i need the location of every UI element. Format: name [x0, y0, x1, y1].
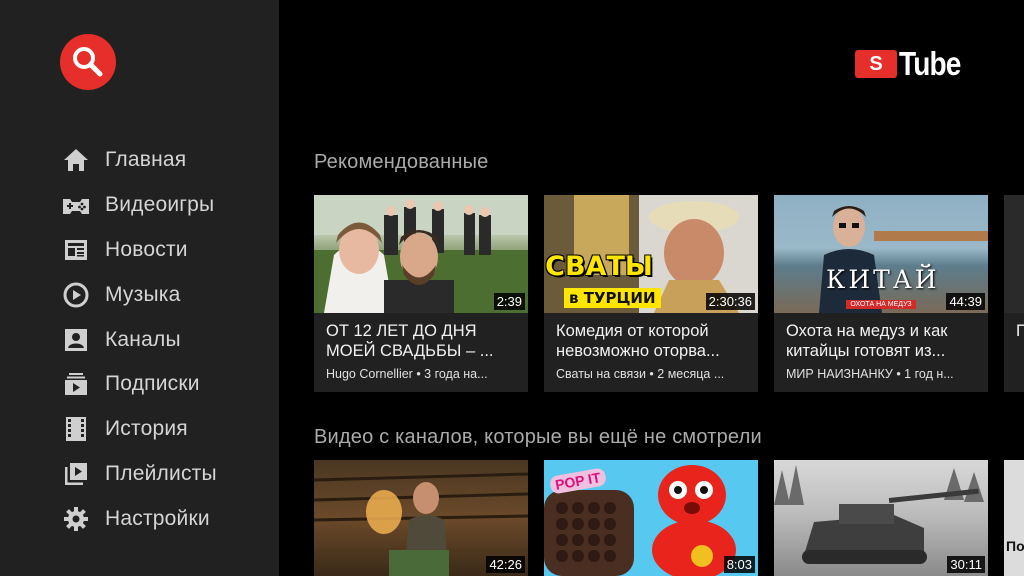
search-button[interactable] — [60, 34, 116, 90]
thumbnail-overlay-text: По — [1006, 538, 1024, 554]
video-card[interactable]: 2:39 ОТ 12 ЛЕТ ДО ДНЯ МОЕЙ СВАДЬБЫ – ...… — [314, 195, 528, 392]
video-duration: 44:39 — [946, 293, 985, 310]
playlist-icon — [60, 458, 92, 490]
section-title: Рекомендованные — [314, 151, 489, 173]
sidebar-item-channels[interactable]: Каналы — [60, 317, 270, 362]
thumbnail-overlay-text: КИТАЙ ОХОТА НА МЕДУЗ — [826, 265, 940, 309]
home-icon — [60, 144, 92, 176]
sidebar-item-news[interactable]: Новости — [60, 228, 270, 273]
sidebar-item-subscriptions[interactable]: Подписки — [60, 362, 270, 407]
video-thumbnail: КИТАЙ ОХОТА НА МЕДУЗ 44:39 — [774, 195, 988, 313]
sidebar: Главная Видеоигры Новости Музыка Каналы — [0, 0, 279, 576]
video-title: Комедия от которой невозможно оторва... — [556, 322, 720, 360]
video-card[interactable]: POP IT 8:03 — [544, 460, 758, 576]
video-card[interactable]: 42:26 — [314, 460, 528, 576]
subscriptions-icon — [60, 368, 92, 400]
sidebar-nav: Главная Видеоигры Новости Музыка Каналы — [60, 138, 270, 541]
video-thumbnail: 42:26 — [314, 460, 528, 576]
channel-icon — [60, 324, 92, 356]
video-card[interactable]: По — [1004, 460, 1024, 576]
sidebar-item-label: Видеоигры — [105, 193, 215, 217]
app-logo: S Tube — [855, 45, 971, 82]
sidebar-item-playlists[interactable]: Плейлисты — [60, 452, 270, 497]
sidebar-item-label: Подписки — [105, 372, 200, 396]
video-thumbnail: 30:11 — [774, 460, 988, 576]
video-duration: 2:30:36 — [705, 293, 755, 310]
video-duration: 8:03 — [723, 556, 755, 573]
video-thumbnail: По — [1004, 460, 1024, 576]
music-icon — [60, 279, 92, 311]
video-duration: 42:26 — [486, 556, 525, 573]
logo-text: Tube — [899, 45, 961, 82]
history-icon — [60, 413, 92, 445]
settings-icon — [60, 503, 92, 535]
video-duration: 2:39 — [493, 293, 525, 310]
video-channel: МИР НАИЗНАНКУ • 1 год н... — [786, 367, 954, 381]
video-thumbnail: POP IT 8:03 — [544, 460, 758, 576]
sidebar-item-label: Главная — [105, 148, 187, 172]
sidebar-item-label: Музыка — [105, 282, 181, 306]
newspaper-icon — [60, 234, 92, 266]
sidebar-item-videogames[interactable]: Видеоигры — [60, 183, 270, 228]
video-card[interactable]: П... С... — [1004, 195, 1024, 392]
search-icon — [73, 47, 103, 77]
sidebar-item-label: Каналы — [105, 327, 181, 351]
video-card[interactable]: 30:11 — [774, 460, 988, 576]
video-title: Охота на медуз и как китайцы готовят из.… — [786, 322, 948, 360]
video-card[interactable]: КИТАЙ ОХОТА НА МЕДУЗ 44:39 Охота на меду… — [774, 195, 988, 392]
sidebar-item-history[interactable]: История — [60, 407, 270, 452]
video-row-new-channels: 42:26 POP IT 8:03 30:11 По — [314, 460, 1024, 576]
video-channel: Hugo Cornellier • 3 года на... — [326, 367, 488, 381]
sidebar-item-label: История — [105, 417, 188, 441]
video-duration: 30:11 — [947, 556, 985, 573]
video-title: П... С... — [1016, 322, 1024, 340]
logo-badge: S — [855, 50, 897, 78]
thumbnail-overlay-subtitle: в ТУРЦИИ — [564, 288, 661, 308]
section-title: Видео с каналов, которые вы ещё не смотр… — [314, 426, 762, 448]
video-thumbnail — [1004, 195, 1024, 313]
video-channel: Сваты на связи • 2 месяца ... — [556, 367, 725, 381]
video-thumbnail: 2:39 — [314, 195, 528, 313]
sidebar-item-home[interactable]: Главная — [60, 138, 270, 183]
sidebar-item-settings[interactable]: Настройки — [60, 496, 270, 541]
gamepad-icon — [60, 189, 92, 221]
video-card[interactable]: СВАТЫ в ТУРЦИИ 2:30:36 Комедия от которо… — [544, 195, 758, 392]
video-title: ОТ 12 ЛЕТ ДО ДНЯ МОЕЙ СВАДЬБЫ – ... — [326, 322, 494, 360]
sidebar-item-label: Плейлисты — [105, 461, 217, 485]
sidebar-item-label: Новости — [105, 237, 188, 261]
thumbnail-overlay-text: СВАТЫ — [545, 251, 653, 282]
sidebar-item-label: Настройки — [105, 506, 210, 530]
sidebar-item-music[interactable]: Музыка — [60, 272, 270, 317]
video-thumbnail: СВАТЫ в ТУРЦИИ 2:30:36 — [544, 195, 758, 313]
video-row-recommended: 2:39 ОТ 12 ЛЕТ ДО ДНЯ МОЕЙ СВАДЬБЫ – ...… — [314, 195, 1024, 395]
